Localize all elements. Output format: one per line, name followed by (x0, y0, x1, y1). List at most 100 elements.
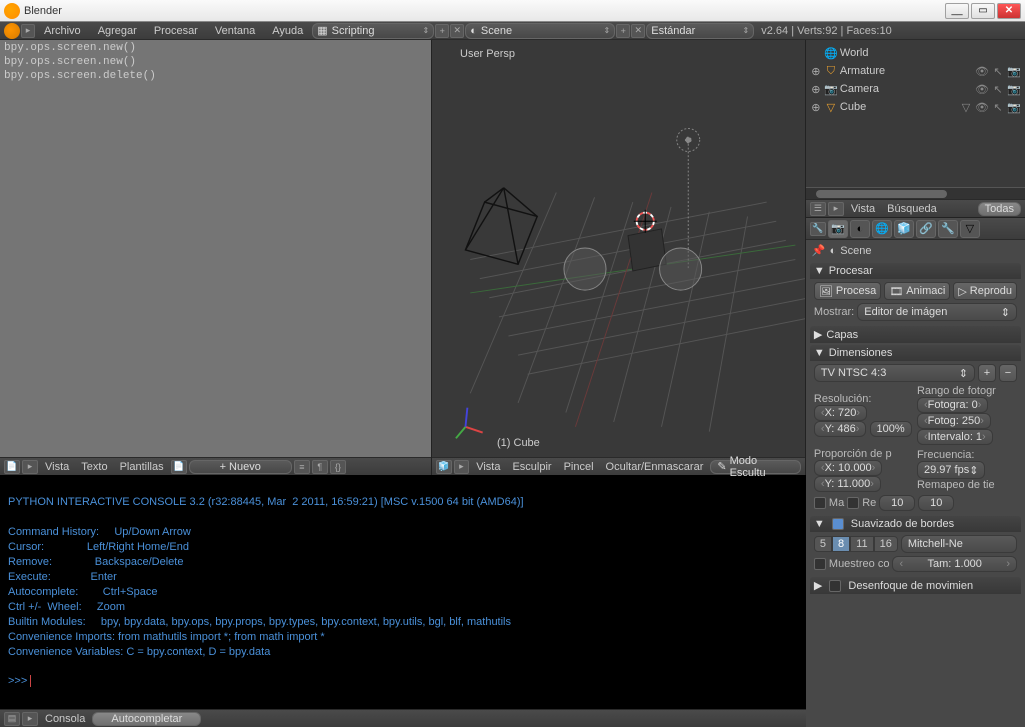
close-button[interactable]: ✕ (997, 3, 1021, 19)
preset-selector[interactable]: TV NTSC 4:3⇕ (814, 364, 975, 382)
menu-ayuda[interactable]: Ayuda (264, 25, 311, 37)
line-numbers-icon[interactable]: ≡ (294, 460, 310, 474)
tab-scene[interactable]: ◐ (850, 220, 870, 238)
new-file-button[interactable]: +Nuevo (189, 460, 292, 474)
aa-samples[interactable]: 5 8 11 16 (814, 536, 898, 552)
checkbox-ma[interactable] (814, 497, 826, 509)
aa-tam[interactable]: ‹Tam: 1.000› (892, 556, 1017, 572)
panel-title[interactable]: ▼Dimensiones (810, 345, 1021, 361)
mode-selector[interactable]: ✎Modo Escultu (710, 460, 801, 474)
animation-button[interactable]: 🎞Animaci (884, 282, 950, 300)
document-icon[interactable]: 📄 (171, 460, 187, 474)
outliner-menu-busqueda[interactable]: Búsqueda (882, 203, 942, 215)
aspect-y[interactable]: ‹Y: 11.000› (814, 476, 881, 492)
breadcrumb-label[interactable]: Scene (840, 245, 871, 257)
seg-16[interactable]: 16 (874, 536, 898, 552)
aa-checkbox[interactable] (832, 518, 844, 530)
resolution-pct[interactable]: 100% (870, 421, 912, 437)
engine-selector[interactable]: Estándar ⇕ (646, 23, 754, 39)
eye-icon[interactable]: 👁 (975, 83, 989, 96)
eye-icon[interactable]: 👁 (975, 101, 989, 114)
chevron-right-icon[interactable]: ▸ (22, 460, 38, 474)
syntax-icon[interactable]: {} (330, 460, 346, 474)
v3-menu-esculpir[interactable]: Esculpir (507, 461, 556, 473)
outliner-row[interactable]: ⊕ 📷 Camera 👁↖📷 (810, 80, 1021, 98)
remap-new[interactable]: 10 (918, 495, 954, 511)
cursor-icon[interactable]: ↖ (991, 83, 1005, 96)
frame-start[interactable]: ‹Fotogra: 0› (917, 397, 988, 413)
outliner-row[interactable]: ⊕ ⛉ Armature 👁↖📷 (810, 62, 1021, 80)
console-menu-consola[interactable]: Consola (40, 713, 90, 725)
layout-selector[interactable]: ▦ Scripting ⇕ (312, 23, 434, 39)
panel-title[interactable]: ▼Suavizado de bordes (810, 516, 1021, 532)
editor-type-icon[interactable]: ☰ (810, 202, 826, 216)
display-selector[interactable]: Editor de imágen⇕ (857, 303, 1017, 321)
editor-type-icon[interactable]: ▤ (4, 712, 20, 726)
tab-render[interactable]: 📷 (828, 220, 848, 238)
pin-icon[interactable]: 📌 (812, 244, 826, 257)
frame-end[interactable]: ‹Fotog: 250› (917, 413, 991, 429)
menu-agregar[interactable]: Agregar (90, 25, 145, 37)
chevron-right-icon[interactable]: ▸ (828, 202, 844, 216)
tab-object[interactable]: 🧊 (894, 220, 914, 238)
aspect-x[interactable]: ‹X: 10.000› (814, 460, 882, 476)
v3-menu-ocultar[interactable]: Ocultar/Enmascarar (601, 461, 709, 473)
camera-icon[interactable]: 📷 (1007, 83, 1021, 96)
tab-data[interactable]: ▽ (960, 220, 980, 238)
outliner-scrollbar[interactable] (806, 187, 1025, 199)
render-button[interactable]: 🖼Procesa (814, 282, 881, 300)
checkbox-muestreo[interactable] (814, 558, 826, 570)
add-layout-button[interactable]: + (435, 24, 449, 38)
script-content[interactable]: bpy.ops.screen.new() bpy.ops.screen.new(… (0, 40, 431, 457)
autocomplete-button[interactable]: Autocompletar (92, 712, 201, 726)
remap-old[interactable]: 10 (879, 495, 915, 511)
seg-11[interactable]: 11 (850, 536, 873, 552)
python-console[interactable]: PYTHON INTERACTIVE CONSOLE 3.2 (r32:8844… (0, 475, 806, 709)
chevron-right-icon[interactable]: ▸ (454, 460, 470, 474)
scene-selector[interactable]: ◐ Scene ⇕ (465, 23, 615, 39)
frame-interval[interactable]: ‹Intervalo: 1› (917, 429, 993, 445)
chevron-right-icon[interactable]: ▸ (21, 24, 35, 38)
minimize-button[interactable]: __ (945, 3, 969, 19)
te-menu-plantillas[interactable]: Plantillas (115, 461, 169, 473)
camera-icon[interactable]: 📷 (1007, 65, 1021, 78)
outliner-row[interactable]: 🌐 World (810, 44, 1021, 62)
editor-type-icon[interactable]: 📄 (4, 460, 20, 474)
tab-constraint[interactable]: 🔗 (916, 220, 936, 238)
remove-preset-button[interactable]: − (999, 364, 1017, 382)
expand-icon[interactable]: ⊕ (810, 101, 822, 114)
play-button[interactable]: ▷Reprodu (953, 282, 1017, 300)
v3-menu-vista[interactable]: Vista (471, 461, 505, 473)
resolution-x[interactable]: ‹X: 720› (814, 405, 867, 421)
panel-title[interactable]: ▶Desenfoque de movimien (810, 577, 1021, 594)
eye-icon[interactable]: 👁 (975, 65, 989, 78)
fps-selector[interactable]: 29.97 fps⇕ (917, 461, 985, 479)
menu-procesar[interactable]: Procesar (146, 25, 206, 37)
panel-title[interactable]: ▶Capas (810, 326, 1021, 343)
tab-world[interactable]: 🌐 (872, 220, 892, 238)
menu-archivo[interactable]: Archivo (36, 25, 89, 37)
tab-modifier[interactable]: 🔧 (938, 220, 958, 238)
remove-layout-button[interactable]: ✕ (450, 24, 464, 38)
seg-8[interactable]: 8 (832, 536, 850, 552)
remove-scene-button[interactable]: ✕ (631, 24, 645, 38)
v3-menu-pincel[interactable]: Pincel (559, 461, 599, 473)
editor-type-icon[interactable]: 🧊 (436, 460, 452, 474)
expand-icon[interactable]: ⊕ (810, 83, 822, 96)
seg-5[interactable]: 5 (814, 536, 832, 552)
add-scene-button[interactable]: + (616, 24, 630, 38)
editor-type-icon[interactable]: 🔧 (810, 222, 826, 236)
outliner-menu-vista[interactable]: Vista (846, 203, 880, 215)
triangle-icon[interactable]: ▽ (959, 101, 973, 114)
menu-ventana[interactable]: Ventana (207, 25, 263, 37)
aa-filter-selector[interactable]: Mitchell-Ne (901, 535, 1017, 553)
maximize-button[interactable]: ▭ (971, 3, 995, 19)
te-menu-vista[interactable]: Vista (40, 461, 74, 473)
camera-icon[interactable]: 📷 (1007, 101, 1021, 114)
cursor-icon[interactable]: ↖ (991, 65, 1005, 78)
blender-icon[interactable] (4, 23, 20, 39)
outliner-row[interactable]: ⊕ ▽ Cube ▽👁↖📷 (810, 98, 1021, 116)
wrap-icon[interactable]: ¶ (312, 460, 328, 474)
chevron-right-icon[interactable]: ▸ (22, 712, 38, 726)
panel-title[interactable]: ▼Procesar (810, 263, 1021, 279)
